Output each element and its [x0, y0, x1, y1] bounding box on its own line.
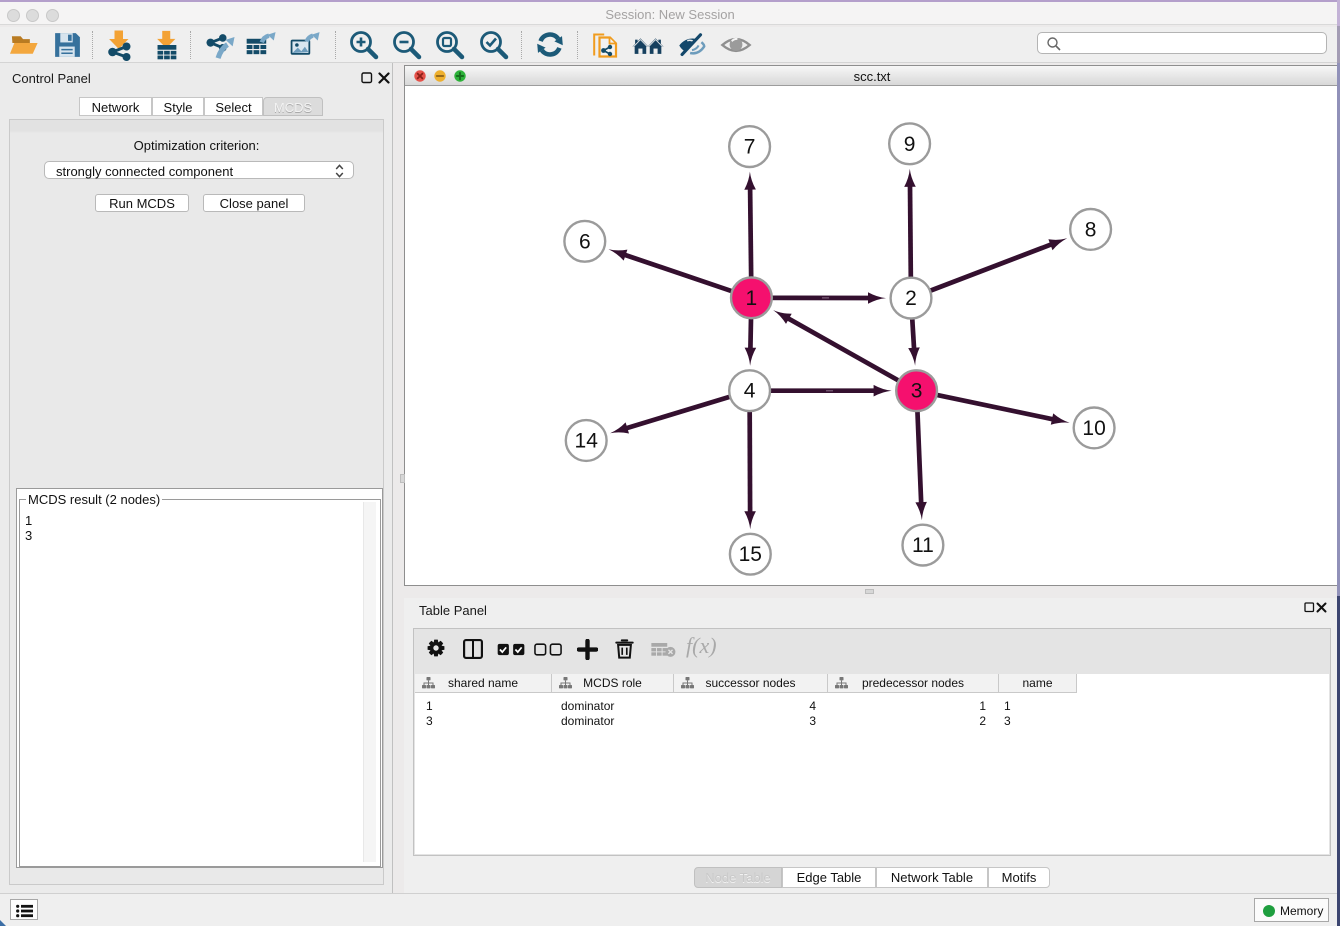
svg-text:7: 7	[744, 136, 756, 159]
svg-text:14: 14	[575, 430, 599, 453]
svg-text:9: 9	[904, 133, 916, 156]
svg-text:11: 11	[912, 534, 934, 557]
svg-text:10: 10	[1082, 417, 1105, 440]
svg-text:2: 2	[905, 287, 917, 310]
svg-text:1: 1	[746, 287, 758, 310]
svg-text:8: 8	[1085, 218, 1097, 241]
svg-text:15: 15	[739, 543, 762, 566]
svg-text:3: 3	[911, 380, 923, 403]
svg-text:6: 6	[579, 230, 591, 253]
svg-text:4: 4	[744, 380, 756, 403]
